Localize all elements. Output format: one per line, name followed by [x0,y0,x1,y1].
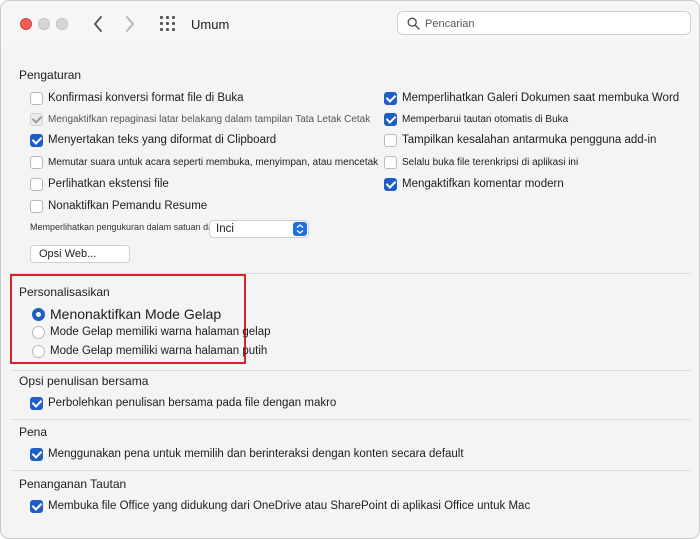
checkbox-label: Perlihatkan ekstensi file [48,178,169,190]
checkbox-label: Memutar suara untuk acara seperti membuk… [48,156,379,168]
divider [11,470,691,471]
radio-row-disable-dark-mode[interactable]: Menonaktifkan Mode Gelap [32,305,221,323]
checkbox[interactable] [30,155,43,169]
units-select-value: Inci [216,223,234,235]
checkbox-row-confirm-conversion[interactable]: Konfirmasi konversi format file di Buka [30,90,244,106]
section-title-pen: Pena [19,425,48,439]
checkbox[interactable] [384,155,397,169]
divider [11,419,691,420]
forward-button[interactable] [120,13,140,35]
radio-button[interactable] [32,344,45,358]
radio-button[interactable] [32,307,45,321]
checkbox-label: Nonaktifkan Pemandu Resume [48,200,208,212]
search-icon [407,17,420,30]
section-title-settings: Pengaturan [19,68,82,82]
title-bar: Umum [1,1,699,47]
checkbox-row-update-links[interactable]: Memperbarui tautan otomatis di Buka [384,111,568,127]
checkbox-row-resume-assistant[interactable]: Nonaktifkan Pemandu Resume [30,198,207,214]
checkbox[interactable] [384,177,397,191]
checkbox-label: Menyertakan teks yang diformat di Clipbo… [48,134,277,146]
radio-row-dark-page[interactable]: Mode Gelap memiliki warna halaman gelap [32,324,271,340]
radio-label: Menonaktifkan Mode Gelap [50,306,222,322]
checkbox-row-play-sounds[interactable]: Memutar suara untuk acara seperti membuk… [30,154,378,170]
checkbox-row-coauthoring-macros[interactable]: Perbolehkan penulisan bersama pada file … [30,395,336,411]
search-field[interactable] [397,11,691,35]
maximize-window-button[interactable] [56,18,68,30]
select-arrows-icon [293,222,307,236]
back-button[interactable] [88,13,108,35]
section-title-link-handling: Penanganan Tautan [19,477,127,491]
checkbox-row-modern-comments[interactable]: Mengaktifkan komentar modern [384,176,564,192]
section-title-personalize: Personalisasikan [19,285,110,299]
checkbox-row-document-gallery[interactable]: Memperlihatkan Galeri Dokumen saat membu… [384,90,679,106]
checkbox-label: Mengaktifkan repaginasi latar belakang d… [48,113,371,125]
checkbox-label: Selalu buka file terenkripsi di aplikasi… [402,156,579,168]
checkbox-row-background-repagination: Mengaktifkan repaginasi latar belakang d… [30,111,370,127]
checkbox-row-pen-default[interactable]: Menggunakan pena untuk memilih dan berin… [30,446,464,462]
window-title: Umum [191,17,230,32]
checkbox[interactable] [30,396,43,410]
checkbox[interactable] [384,133,397,147]
chevron-left-icon [94,16,102,32]
checkbox-label: Konfirmasi konversi format file di Buka [48,92,244,104]
radio-label: Mode Gelap memiliki warna halaman putih [50,345,268,357]
checkbox-row-encrypted-files[interactable]: Selalu buka file terenkripsi di aplikasi… [384,154,578,170]
checkbox[interactable] [384,112,397,126]
checkbox-label: Memperlihatkan Galeri Dokumen saat membu… [402,92,680,104]
checkbox-row-file-extensions[interactable]: Perlihatkan ekstensi file [30,176,169,192]
close-window-button[interactable] [20,18,32,30]
units-select[interactable]: Inci [209,220,309,238]
divider [11,370,691,371]
checkbox-label: Menggunakan pena untuk memilih dan berin… [48,448,464,460]
minimize-window-button[interactable] [38,18,50,30]
show-all-grid-icon[interactable] [159,15,177,33]
checkbox-label: Memperbarui tautan otomatis di Buka [402,113,569,125]
checkbox-label: Membuka file Office yang didukung dari O… [48,500,531,512]
checkbox[interactable] [30,447,43,461]
checkbox-row-open-office-files[interactable]: Membuka file Office yang didukung dari O… [30,498,530,514]
radio-button[interactable] [32,325,45,339]
checkbox[interactable] [30,499,43,513]
checkbox-label: Perbolehkan penulisan bersama pada file … [48,397,337,409]
checkbox [30,112,43,126]
checkbox-row-addin-errors[interactable]: Tampilkan kesalahan antarmuka pengguna a… [384,132,656,148]
chevron-right-icon [126,16,134,32]
checkbox-label: Tampilkan kesalahan antarmuka pengguna a… [402,134,657,146]
checkbox[interactable] [30,91,43,105]
checkbox[interactable] [30,199,43,213]
radio-row-white-page[interactable]: Mode Gelap memiliki warna halaman putih [32,343,267,359]
search-input[interactable] [425,15,680,32]
preferences-window: Umum Pengaturan Konfirmasi konversi form… [0,0,700,539]
radio-label: Mode Gelap memiliki warna halaman gelap [50,326,271,338]
checkbox[interactable] [30,177,43,191]
section-title-coauthoring: Opsi penulisan bersama [19,374,149,388]
checkbox-label: Mengaktifkan komentar modern [402,178,564,190]
checkbox-row-formatted-clipboard[interactable]: Menyertakan teks yang diformat di Clipbo… [30,132,276,148]
checkbox[interactable] [30,133,43,147]
web-options-button[interactable]: Opsi Web... [30,245,130,263]
checkbox[interactable] [384,91,397,105]
units-label: Memperlihatkan pengukuran dalam satuan d… [30,222,221,232]
